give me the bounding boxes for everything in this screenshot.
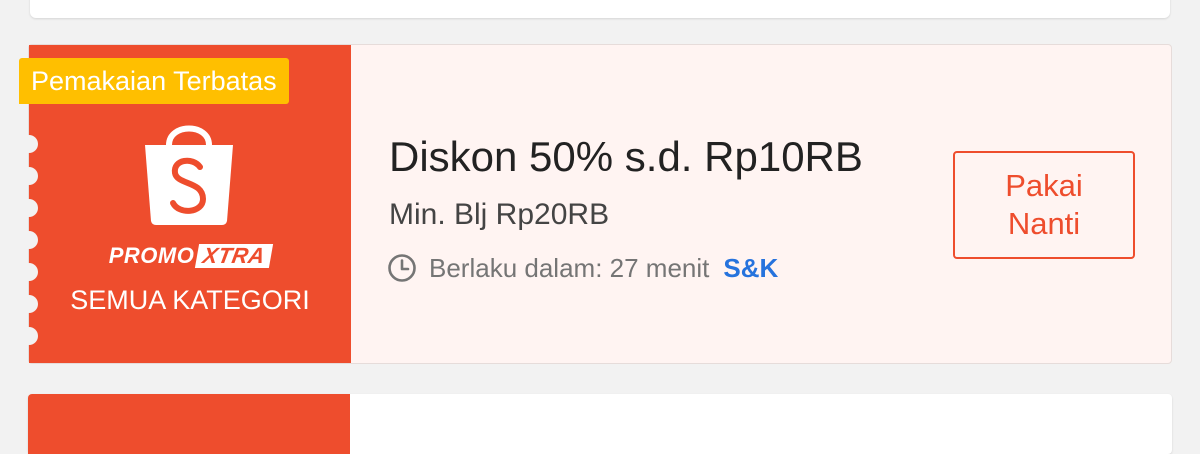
next-voucher-brand-panel: [28, 394, 350, 454]
voucher-card[interactable]: PROMO XTRA SEMUA KATEGORI Pemakaian Terba…: [19, 44, 1172, 364]
shopping-bag-icon: [145, 125, 233, 225]
promo-xtra-logo: PROMO XTRA: [29, 243, 351, 269]
voucher-min-spend: Min. Blj Rp20RB: [389, 198, 610, 231]
perforation: [20, 327, 38, 345]
previous-voucher-card[interactable]: [30, 0, 1170, 18]
xtra-label: XTRA: [195, 243, 274, 268]
voucher-category: SEMUA KATEGORI: [70, 285, 310, 315]
voucher-title: Diskon 50% s.d. Rp10RB: [389, 133, 863, 180]
perforation: [20, 199, 38, 217]
terms-link[interactable]: S&K: [723, 253, 778, 284]
promo-label: PROMO: [108, 243, 195, 268]
clock-icon: [388, 254, 416, 282]
next-voucher-card[interactable]: [28, 394, 1172, 454]
limited-use-badge: Pemakaian Terbatas: [19, 58, 289, 104]
validity-text: Berlaku dalam: 27 menit: [429, 252, 710, 283]
use-later-button[interactable]: Pakai Nanti: [953, 151, 1135, 259]
voucher-validity: Berlaku dalam: 27 menit S&K: [387, 251, 778, 285]
perforation: [20, 167, 38, 185]
perforation: [20, 135, 38, 153]
